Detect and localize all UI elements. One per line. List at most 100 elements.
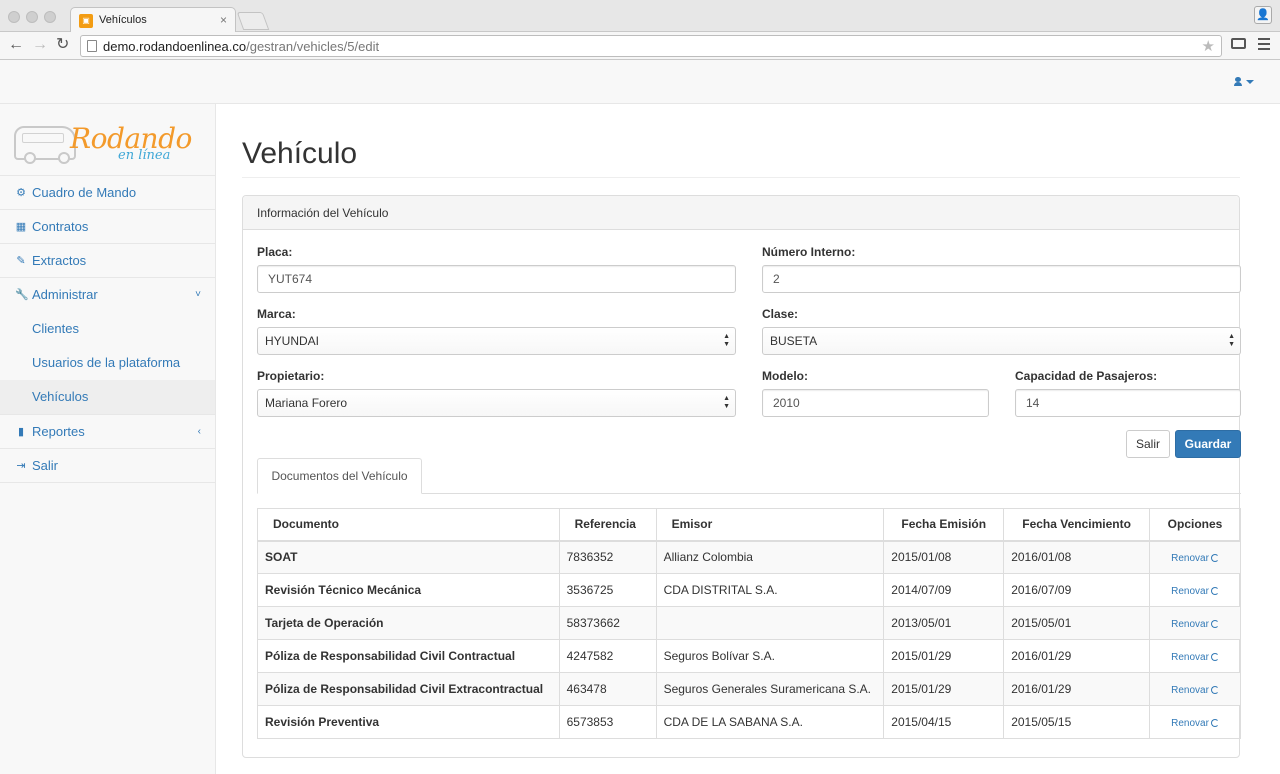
address-bar[interactable]: demo.rodandoenlinea.co/gestran/vehicles/…: [80, 35, 1222, 57]
sidebar-item-extractos[interactable]: ✎ Extractos: [0, 244, 215, 278]
cell-documento: Revisión Preventiva: [257, 705, 560, 739]
cell-referencia: 58373662: [558, 606, 657, 640]
back-icon[interactable]: ←: [8, 36, 24, 54]
cell-opciones: Renovar: [1149, 540, 1241, 574]
sidebar-item-cuadro-de-mando[interactable]: ⚙ Cuadro de Mando: [0, 176, 215, 210]
guardar-button[interactable]: Guardar: [1175, 430, 1241, 458]
user-dropdown[interactable]: [1234, 75, 1254, 89]
sidebar-subitem-vehiculos[interactable]: Vehículos: [0, 380, 215, 414]
page-header: Vehículo: [242, 134, 1240, 178]
cell-emisor: CDA DE LA SABANA S.A.: [655, 705, 885, 739]
logo[interactable]: Rodando en línea: [0, 104, 215, 176]
cell-fecha-emision: 2013/05/01: [883, 606, 1005, 640]
column-header: Documento: [257, 508, 560, 542]
table-row: Póliza de Responsabilidad Civil Extracon…: [257, 672, 1241, 706]
sidebar-item-label: Extractos: [32, 253, 87, 268]
propietario-selected: Mariana Forero: [265, 396, 348, 410]
browser-toolbar: ← → ↻ demo.rodandoenlinea.co/gestran/veh…: [0, 32, 1280, 60]
vehicle-panel: Información del Vehículo Placa: Número I…: [242, 195, 1241, 758]
caret-down-icon: [1246, 80, 1254, 84]
renovar-link[interactable]: Renovar: [1171, 652, 1209, 663]
cell-fecha-emision: 2015/04/15: [883, 705, 1005, 739]
cell-referencia: 4247582: [558, 639, 657, 673]
propietario-select[interactable]: Mariana Forero ▲ ▼: [257, 389, 736, 417]
page-icon: [87, 40, 97, 52]
salir-button[interactable]: Salir: [1126, 430, 1170, 458]
sidebar-item-label: Contratos: [32, 219, 89, 234]
numero-interno-label: Número Interno:: [762, 245, 856, 259]
cell-referencia: 7836352: [558, 540, 657, 574]
page-title: Vehículo: [242, 137, 358, 170]
sidebar-subitem-clientes[interactable]: Clientes: [0, 312, 215, 346]
refresh-icon[interactable]: [1210, 686, 1219, 694]
bookmark-star-icon[interactable]: ★: [1202, 37, 1215, 55]
window-zoom-dot[interactable]: [44, 11, 56, 23]
propietario-label: Propietario:: [257, 369, 325, 383]
sidebar-item-contratos[interactable]: ▦ Contratos: [0, 210, 215, 244]
sidebar: Rodando en línea ⚙ Cuadro de Mando ▦ Con…: [0, 104, 216, 774]
cell-opciones: Renovar: [1149, 705, 1241, 739]
column-header: Referencia: [558, 508, 657, 542]
placa-input[interactable]: [257, 265, 736, 293]
renovar-link[interactable]: Renovar: [1171, 718, 1209, 729]
select-arrows-icon: ▲ ▼: [1228, 333, 1235, 348]
sidebar-item-label: Cuadro de Mando: [32, 185, 137, 200]
capacidad-input[interactable]: [1015, 389, 1241, 417]
renovar-link[interactable]: Renovar: [1171, 553, 1209, 564]
cell-documento: Póliza de Responsabilidad Civil Extracon…: [257, 672, 560, 706]
tab-close-icon[interactable]: ×: [220, 13, 227, 27]
reload-icon[interactable]: ↻: [56, 36, 69, 54]
window-minimize-dot[interactable]: [26, 11, 38, 23]
sidebar-submenu: Clientes Usuarios de la plataforma Vehíc…: [0, 312, 215, 415]
column-header: Emisor: [655, 508, 885, 542]
refresh-icon[interactable]: [1210, 719, 1219, 727]
table-row: Tarjeta de Operación 58373662 2013/05/01…: [257, 606, 1241, 640]
browser-tab[interactable]: ▣ Vehículos ×: [70, 7, 236, 33]
sidebar-subitem-usuarios[interactable]: Usuarios de la plataforma: [0, 346, 215, 380]
clase-label: Clase:: [762, 307, 799, 321]
clase-select[interactable]: BUSETA ▲ ▼: [762, 327, 1241, 355]
cell-referencia: 3536725: [558, 573, 657, 607]
paperclip-icon: ✎: [16, 255, 26, 267]
browser-menu-icon[interactable]: [1258, 38, 1270, 53]
logo-subtext: en línea: [118, 148, 171, 163]
van-logo-icon: [14, 126, 76, 164]
panel-title: Información del Vehículo: [243, 196, 1239, 230]
cell-fecha-vencimiento: 2016/01/29: [1003, 639, 1151, 673]
renovar-link[interactable]: Renovar: [1171, 586, 1209, 597]
tab-documentos[interactable]: Documentos del Vehículo: [257, 458, 422, 494]
window-close-dot[interactable]: [8, 11, 20, 23]
sidebar-item-salir[interactable]: ⇥ Salir: [0, 449, 215, 483]
marca-select[interactable]: HYUNDAI ▲ ▼: [257, 327, 736, 355]
cell-emisor: CDA DISTRITAL S.A.: [655, 573, 885, 607]
cell-opciones: Renovar: [1149, 672, 1241, 706]
cell-fecha-vencimiento: 2016/01/08: [1003, 540, 1151, 574]
cell-fecha-emision: 2015/01/29: [883, 672, 1005, 706]
modelo-input[interactable]: [762, 389, 989, 417]
refresh-icon[interactable]: [1210, 620, 1219, 628]
forward-icon[interactable]: →: [32, 36, 48, 54]
dashboard-icon: ⚙: [16, 187, 26, 199]
sidebar-item-label: Administrar: [32, 287, 98, 302]
marca-label: Marca:: [257, 307, 296, 321]
address-url[interactable]: demo.rodandoenlinea.co/gestran/vehicles/…: [103, 39, 379, 54]
refresh-icon[interactable]: [1210, 554, 1219, 563]
wrench-icon: 🔧: [15, 289, 29, 301]
renovar-link[interactable]: Renovar: [1171, 685, 1209, 696]
refresh-icon[interactable]: [1210, 587, 1219, 595]
sidebar-item-reportes[interactable]: ▮ Reportes ‹: [0, 415, 215, 449]
numero-interno-input[interactable]: [762, 265, 1241, 293]
column-header: Fecha Vencimiento: [1003, 508, 1151, 542]
profile-icon[interactable]: 👤: [1254, 6, 1272, 24]
renovar-link[interactable]: Renovar: [1171, 619, 1209, 630]
cell-documento: Póliza de Responsabilidad Civil Contract…: [257, 639, 560, 673]
sidebar-item-administrar[interactable]: 🔧 Administrar ˅: [0, 278, 215, 312]
user-icon: [1234, 77, 1242, 86]
table-row: SOAT 7836352 Allianz Colombia 2015/01/08…: [257, 540, 1241, 574]
cast-icon[interactable]: [1231, 38, 1246, 49]
sidebar-item-label: Salir: [32, 458, 59, 473]
cell-opciones: Renovar: [1149, 606, 1241, 640]
refresh-icon[interactable]: [1210, 653, 1219, 661]
capacidad-label: Capacidad de Pasajeros:: [1015, 369, 1158, 383]
new-tab-button[interactable]: [236, 12, 270, 30]
